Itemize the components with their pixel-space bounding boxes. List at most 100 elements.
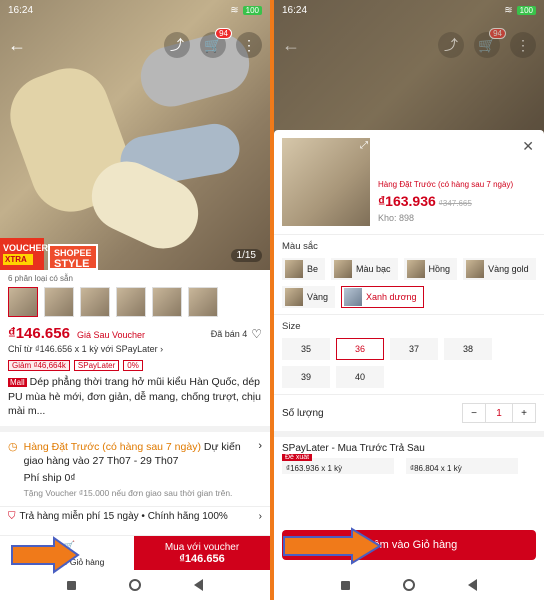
color-option-be[interactable]: Be (282, 258, 326, 280)
spaylater-line[interactable]: Chỉ từ ₫146.656 x 1 kỳ với SPayLater › (0, 342, 270, 356)
color-option-yellow[interactable]: Vàng (282, 286, 336, 308)
more-button[interactable]: ⋮ (510, 32, 536, 58)
status-time: 16:24 (282, 4, 308, 16)
size-option-38[interactable]: 38 (444, 338, 492, 360)
variant-thumbnails (0, 287, 270, 317)
size-option-35[interactable]: 35 (282, 338, 330, 360)
mall-tag: Mall (8, 378, 27, 387)
orange-arrow-annotation (11, 536, 80, 574)
sold-count: Đã bán 4 (210, 328, 248, 339)
quantity-label: Số lượng (282, 407, 324, 419)
shipping-note: Tặng Voucher ₫15.000 nếu đơn giao sau th… (23, 488, 233, 498)
share-button[interactable]: ⤴ (438, 32, 464, 58)
variant-thumb[interactable] (152, 287, 182, 317)
size-option-39[interactable]: 39 (282, 366, 330, 388)
spaylater-plan[interactable]: ₫86.804 x 1 kỳ (406, 458, 518, 474)
stock-count: Kho: 898 (378, 213, 415, 223)
selected-variant-image[interactable]: ⤢ (282, 138, 370, 226)
minus-button[interactable]: − (463, 404, 485, 422)
shipping-fee: Phí ship 0₫ (23, 472, 76, 484)
buy-price: ₫146.656 (179, 553, 225, 565)
buy-label: Mua với voucher (164, 542, 240, 553)
variant-bottom-sheet: ✕ ⤢ Hàng Đặt Trước (có hàng sau 7 ngày) … (274, 130, 544, 570)
close-icon[interactable]: ✕ (522, 138, 534, 155)
cart-button[interactable]: 🛒 94 (474, 28, 506, 58)
size-option-36[interactable]: 36 (336, 338, 384, 360)
spaylater-title: SPayLater - Mua Trước Trả Sau (282, 443, 425, 454)
orange-arrow-annotation (283, 527, 382, 565)
size-option-40[interactable]: 40 (336, 366, 384, 388)
more-icon: ⋮ (516, 36, 530, 53)
share-icon: ⤴ (170, 37, 184, 53)
recommended-badge: Đề xuất (282, 454, 313, 461)
share-icon: ⤴ (444, 37, 458, 53)
wifi-icon: ≋ (230, 4, 239, 16)
preorder-label: Hàng Đặt Trước (có hàng sau 7 ngày) (378, 180, 514, 189)
cart-button[interactable]: 🛒 94 (200, 28, 232, 58)
chevron-right-icon: › (258, 440, 262, 452)
recents-icon[interactable] (66, 580, 76, 590)
size-label: Size (282, 321, 301, 332)
heart-icon[interactable]: ♡ (251, 327, 262, 341)
return-policy-text: Trả hàng miễn phí 15 ngày • Chính hãng 1… (19, 511, 228, 522)
voucher-badge-top: VOUCHER (3, 243, 49, 253)
color-section: Màu sắc Be Màu bạc Hồng Vàng gold Vàng X… (274, 234, 544, 314)
quantity-value[interactable]: 1 (485, 404, 513, 422)
spaylater-plan[interactable]: Đề xuất ₫163.936 x 1 kỳ (282, 454, 394, 474)
recents-icon[interactable] (340, 580, 350, 590)
return-policy[interactable]: ⛉ Trả hàng miễn phí 15 ngày • Chính hãng… (0, 506, 270, 526)
variant-thumb[interactable] (80, 287, 110, 317)
variant-thumb[interactable] (8, 287, 38, 317)
color-option-label: Màu bạc (356, 264, 391, 274)
battery-icon: 100 (242, 5, 262, 15)
variant-thumb[interactable] (116, 287, 146, 317)
top-bar: ← ⤴ 🛒 94 ⋮ (274, 28, 544, 60)
shopee-badge-bottom: STYLE (54, 258, 90, 270)
clock-icon: ◷ (8, 441, 18, 453)
share-button[interactable]: ⤴ (164, 32, 190, 58)
variant-thumb[interactable] (188, 287, 218, 317)
more-button[interactable]: ⋮ (236, 32, 262, 58)
color-option-blue[interactable]: Xanh dương (341, 286, 424, 308)
battery-icon: 100 (516, 5, 536, 15)
variants-note: 6 phân loại có sẵn (8, 274, 73, 283)
quantity-row: Số lượng − 1 + (274, 394, 544, 431)
plus-button[interactable]: + (513, 404, 535, 422)
voucher-badge-bottom: XTRA (3, 254, 33, 265)
size-option-37[interactable]: 37 (390, 338, 438, 360)
android-nav-bar (0, 570, 270, 600)
variant-thumb[interactable] (44, 287, 74, 317)
back-nav-icon[interactable] (194, 579, 204, 591)
sheet-old-price: ₫347.665 (438, 199, 472, 208)
shopee-style-badge: SHOPEE STYLE (48, 244, 98, 270)
preorder-label: Hàng Đặt Trước (có hàng sau 7 ngày) (23, 441, 201, 453)
sheet-price: ₫163.936 (378, 193, 436, 209)
promo-tags: Giảm ₫46,664k SPayLater 0% (0, 356, 270, 375)
product-title-text: Dép phẳng thời trang hở mũi kiểu Hàn Quố… (8, 376, 261, 417)
shipping-info[interactable]: ◷ Hàng Đặt Trước (có hàng sau 7 ngày) Dự… (0, 432, 270, 506)
wifi-icon: ≋ (504, 4, 513, 16)
home-icon[interactable] (402, 579, 415, 591)
color-option-label: Hồng (428, 264, 451, 274)
home-icon[interactable] (128, 579, 141, 591)
color-option-silver[interactable]: Màu bạc (331, 258, 398, 280)
plan-text: ₫86.804 x 1 kỳ (410, 464, 462, 473)
promo-badges: VOUCHER XTRA SHOPEE STYLE (0, 238, 98, 270)
shield-icon: ⛉ (8, 511, 16, 522)
color-option-gold[interactable]: Vàng gold (463, 258, 536, 280)
size-section: Size 35 36 37 38 39 40 (274, 314, 544, 394)
back-button[interactable]: ← (282, 35, 300, 56)
product-details: 6 phân loại có sẵn ₫146.656 Giá Sau Vouc… (0, 270, 270, 526)
buy-with-voucher-button[interactable]: Mua với voucher ₫146.656 (134, 536, 270, 571)
plan-text: ₫163.936 x 1 kỳ (286, 464, 343, 473)
back-button[interactable]: ← (8, 35, 26, 56)
product-page-panel: 16:24 ≋ 100 ← ⤴ 🛒 94 ⋮ VOUCHER XTRA SHOP… (0, 0, 270, 600)
price-row: ₫146.656 Giá Sau Voucher Đã bán 4 ♡ (0, 317, 270, 342)
color-option-label: Vàng (307, 292, 329, 302)
color-option-label: Be (307, 264, 319, 274)
back-nav-icon[interactable] (468, 579, 478, 591)
chevron-right-icon: › (258, 511, 262, 522)
expand-icon[interactable]: ⤢ (360, 140, 368, 151)
cart-count-badge: 94 (489, 28, 506, 39)
color-option-pink[interactable]: Hồng (403, 258, 458, 280)
